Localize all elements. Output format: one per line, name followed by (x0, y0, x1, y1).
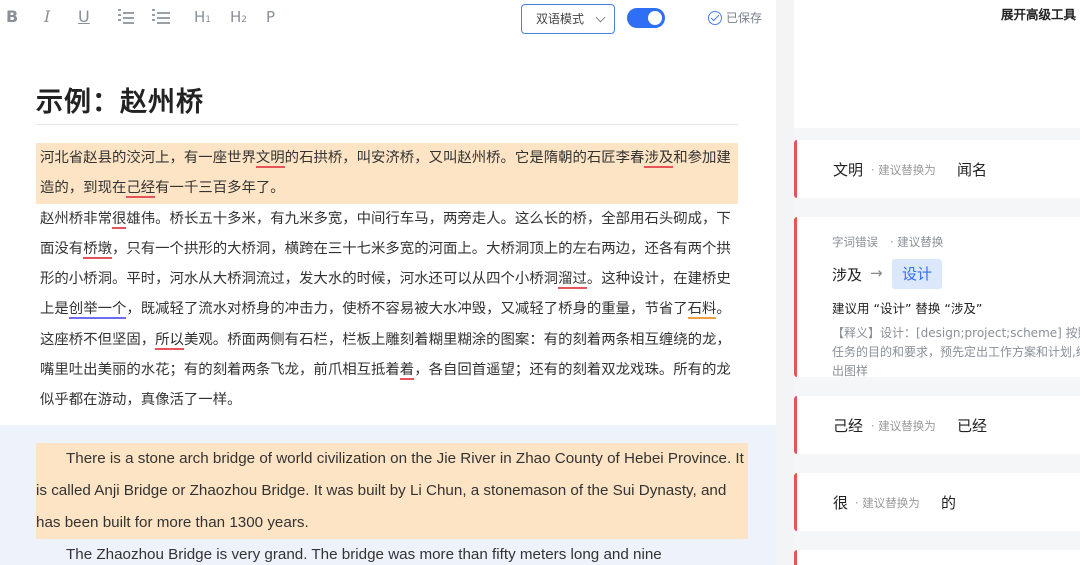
cn-paragraph: 赵州桥非常很雄伟。桥长五十多米，有九米多宽，中间行车马，两旁走人。这么长的桥，全… (40, 204, 740, 325)
en-paragraph: There is a stone arch bridge of world ci… (36, 443, 748, 539)
text-span: 赵州桥非常 (40, 210, 112, 227)
advanced-tools-link[interactable]: 展开高级工具 (1001, 4, 1076, 23)
save-status-label: 已保存 (726, 11, 763, 25)
suggestion-panel: 展开高级工具 文明 · 建议替换为 闻名 字词错误 · 建议替换 涉及 → 设计… (794, 0, 1080, 565)
check-circle-icon (708, 11, 722, 25)
flagged-word[interactable]: 石料 (687, 301, 717, 320)
flagged-word[interactable]: 溜过 (558, 271, 587, 290)
heading1-label: H (194, 8, 206, 26)
paragraph-button[interactable]: P (266, 6, 275, 28)
text-span: 河北省赵县的洨河上，有一座世界 (40, 150, 256, 166)
suggestion-hint: · 建议替换为 (871, 163, 936, 177)
suggestion-replacement[interactable]: 已经 (957, 415, 987, 436)
suggestion-card[interactable]: 文明 · 建议替换为 闻名 (794, 140, 1080, 198)
definition-text: 【释义】设计：[design;project;scheme] 按照任务的目的和要… (832, 326, 1080, 378)
flagged-word[interactable]: 创举一个 (68, 301, 127, 320)
text-span: ，既减轻了流水对桥身的冲击力，使桥不容易被大水冲毁，又减轻了桥身的重量，节省了 (126, 301, 688, 318)
original-word: 涉及 (832, 266, 863, 284)
title-divider (36, 124, 738, 125)
suggestion-word: 己经 (833, 417, 864, 435)
bullet-list-icon[interactable] (152, 9, 170, 31)
text-span: 有一千三百多年了。 (155, 180, 285, 197)
heading2-sub: 2 (241, 15, 248, 25)
flagged-word[interactable]: 很 (111, 210, 127, 229)
heading2-button[interactable]: H2 (230, 6, 247, 28)
suggestion-card[interactable]: 己经 · 建议替换为 已经 (794, 396, 1080, 454)
bilingual-toggle[interactable] (627, 8, 665, 28)
cn-paragraph: 河北省赵县的洨河上，有一座世界文明的石拱桥，叫安济桥，又叫赵州桥。它是隋朝的石匠… (36, 143, 738, 204)
chinese-text-body[interactable]: 河北省赵县的洨河上，有一座世界文明的石拱桥，叫安济桥，又叫赵州桥。它是隋朝的石匠… (36, 143, 740, 416)
italic-button[interactable]: I (44, 6, 50, 28)
text-span: 这座桥不但坚固， (40, 331, 156, 348)
mode-select[interactable]: 双语模式 (521, 4, 615, 34)
toggle-knob (648, 11, 662, 25)
flagged-word[interactable]: 桥墩 (83, 240, 112, 259)
pane-divider (776, 0, 794, 565)
ordered-list-icon[interactable] (118, 9, 134, 31)
format-toolbar: B I U H1 H2 P 双语模式 已保存 (0, 0, 776, 38)
flagged-word[interactable]: 涉及 (644, 150, 674, 168)
heading1-sub: 1 (205, 15, 212, 25)
suggestion-word: 文明 (833, 161, 864, 179)
replacement-chip[interactable]: 设计 (892, 259, 943, 289)
en-paragraph: The Zhaozhou Bridge is very grand. The b… (66, 546, 662, 563)
heading1-button[interactable]: H1 (194, 6, 211, 28)
cn-paragraph: 这座桥不但坚固，所以美观。桥面两侧有石栏，栏板上雕刻着糊里糊涂的图案：有的刻着两… (40, 325, 740, 416)
flagged-word[interactable]: 着 (399, 362, 415, 381)
save-status: 已保存 (708, 9, 762, 27)
arrow-right-icon: → (870, 264, 883, 282)
page-title: 示例：赵州桥 (36, 87, 204, 118)
panel-header: 展开高级工具 (794, 0, 1080, 30)
suggestion-card-expanded[interactable]: 字词错误 · 建议替换 涉及 → 设计 建议用 “设计” 替换 “涉及” 【释义… (794, 217, 1080, 378)
error-type-label: 字词错误 (832, 235, 878, 249)
flagged-word[interactable]: 文明 (255, 150, 285, 168)
suggestion-card[interactable]: 很 · 建议替换为 的 (794, 473, 1080, 531)
suggestion-word: 很 (833, 494, 849, 512)
suggestion-replacement[interactable]: 闻名 (957, 159, 987, 180)
text-span: 。 (716, 301, 731, 318)
suggestion-action-label: · 建议替换 (890, 235, 944, 249)
editor-pane: B I U H1 H2 P 双语模式 已保存 示例：赵州桥 河北省赵县的洨河上，… (0, 0, 776, 565)
suggestion-hint: · 建议替换为 (871, 419, 936, 433)
text-span: 的石拱桥，叫安济桥，又叫赵州桥。它是隋朝的石匠李春 (284, 150, 645, 166)
heading2-label: H (230, 8, 242, 26)
flagged-word[interactable]: 所以 (155, 331, 184, 350)
suggestion-hint: · 建议替换为 (855, 496, 920, 510)
english-translation-pane: There is a stone arch bridge of world ci… (0, 425, 776, 565)
panel-header-space (794, 30, 1080, 128)
english-text-body[interactable]: There is a stone arch bridge of world ci… (36, 443, 748, 565)
underline-button[interactable]: U (78, 6, 90, 28)
bold-button[interactable]: B (6, 6, 18, 28)
suggestion-replacement[interactable]: 的 (941, 492, 956, 513)
suggestion-text: 建议用 “设计” 替换 “涉及” (832, 301, 983, 316)
suggestion-card[interactable] (794, 550, 1080, 565)
chevron-down-icon (595, 12, 606, 23)
flagged-word[interactable]: 己经 (126, 180, 156, 199)
mode-select-value: 双语模式 (536, 12, 585, 26)
